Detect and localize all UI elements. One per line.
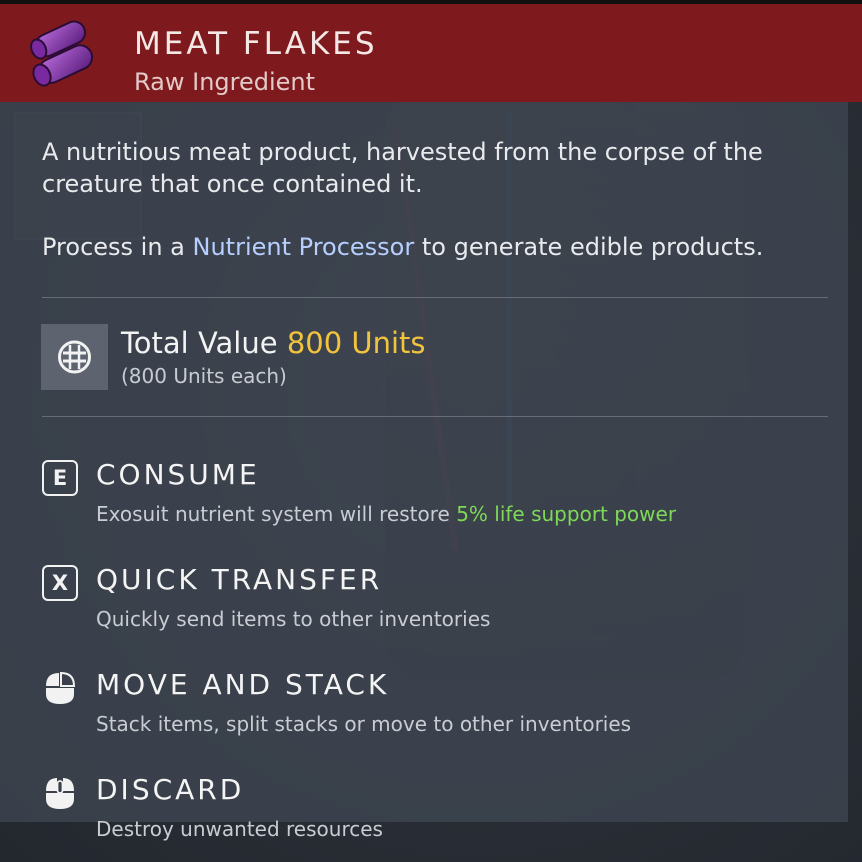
- item-type: Raw Ingredient: [134, 68, 316, 96]
- action-title: QUICK TRANSFER: [96, 563, 383, 596]
- item-description: A nutritious meat product, harvested fro…: [42, 138, 763, 198]
- nutrient-processor-link[interactable]: Nutrient Processor: [193, 233, 415, 261]
- action-title: DISCARD: [96, 773, 245, 806]
- process-prefix: Process in a: [42, 233, 193, 261]
- key-e-icon: E: [42, 460, 78, 496]
- process-suffix: to generate edible products.: [414, 233, 764, 261]
- action-subtitle: Destroy unwanted resources: [96, 817, 383, 841]
- divider: [42, 297, 828, 298]
- action-subtitle: Exosuit nutrient system will restore 5% …: [96, 502, 676, 526]
- subtitle-text: Exosuit nutrient system will restore: [96, 502, 457, 526]
- units-currency-icon: [41, 324, 108, 390]
- total-value-text: Total Value: [121, 326, 287, 360]
- item-name: MEAT FLAKES: [134, 26, 378, 62]
- left-mouse-button-icon: [46, 671, 76, 704]
- middle-mouse-button-icon: [46, 778, 74, 809]
- action-title: MOVE AND STACK: [96, 668, 390, 701]
- life-support-highlight: 5% life support power: [456, 502, 677, 526]
- item-header: MEAT FLAKES Raw Ingredient: [0, 4, 862, 102]
- value-each: (800 Units each): [121, 364, 287, 388]
- divider: [42, 416, 828, 417]
- action-subtitle: Stack items, split stacks or move to oth…: [96, 712, 632, 736]
- total-value-label: Total Value 800 Units: [121, 326, 426, 360]
- action-subtitle: Quickly send items to other inventories: [96, 607, 491, 631]
- total-value-amount: 800 Units: [286, 326, 426, 360]
- meat-flakes-icon: [30, 20, 94, 87]
- action-title: CONSUME: [96, 458, 260, 491]
- item-process-hint: Process in a Nutrient Processor to gener…: [42, 231, 822, 263]
- key-x-icon: X: [42, 565, 78, 601]
